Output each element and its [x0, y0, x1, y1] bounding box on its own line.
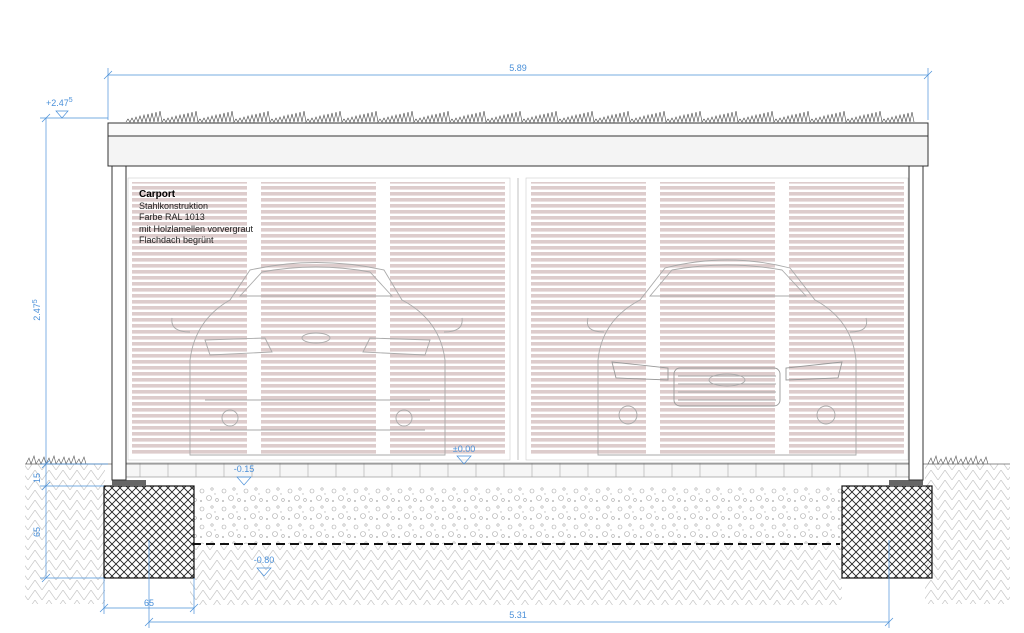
ground-grass-left [25, 454, 87, 465]
level-top-marker [55, 110, 69, 119]
carport-elevation-drawing: 5.89 2.475 15 65 +2.475 ±0.00 -0.15 -0.8… [25, 63, 1010, 628]
dimension-plinth-label: 15 [32, 473, 42, 483]
dimension-post-spacing-label: 5.31 [509, 610, 527, 620]
roof-grass [125, 110, 915, 124]
level-under-slab-label: -0.15 [234, 464, 255, 474]
dimension-height-label: 2.475 [32, 299, 42, 321]
dimension-overall-width-label: 5.89 [509, 63, 527, 73]
note-line: Flachdach begrünt [139, 235, 214, 245]
slat-panel [789, 182, 904, 454]
note-line: mit Holzlamellen vorvergraut [139, 223, 254, 234]
dimension-foundation-depth-label: 65 [32, 527, 42, 537]
post-base-left [112, 480, 146, 486]
level-under-slab-marker [236, 476, 252, 486]
slat-panel [660, 182, 775, 454]
carport-note: Carport Stahlkonstruktion Farbe RAL 1013… [139, 189, 253, 247]
note-line: Stahlkonstruktion [139, 200, 209, 211]
gravel-bed [190, 484, 842, 544]
slat-panel [261, 182, 376, 454]
slat-panel [390, 182, 505, 454]
post-left [111, 164, 127, 481]
soil-under [190, 545, 842, 605]
post-right [908, 164, 924, 481]
note-title: Carport [139, 189, 176, 200]
slat-panel [531, 182, 646, 454]
foundation-right [841, 485, 933, 579]
level-top-label: +2.475 [46, 97, 73, 108]
post-base-right [889, 480, 923, 486]
ground-grass-right [927, 454, 989, 465]
level-ground-label: ±0.00 [453, 444, 475, 454]
soil-right [925, 464, 1010, 604]
roof-fascia [107, 135, 929, 167]
level-foundation-bottom-label: -0.80 [254, 555, 275, 565]
note-line: Farbe RAL 1013 [139, 212, 205, 222]
roof-substrate [107, 122, 929, 137]
